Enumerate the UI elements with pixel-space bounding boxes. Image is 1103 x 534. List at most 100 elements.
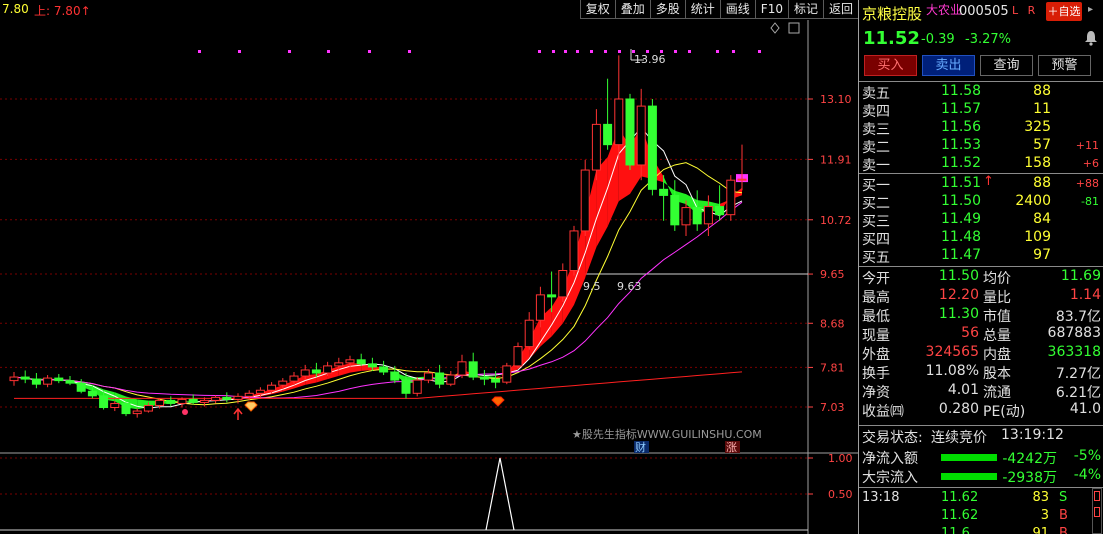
alert-button[interactable]: 预警 xyxy=(1038,55,1091,76)
bid-row-1[interactable]: 买一 11.51 ↑ 88 +88 xyxy=(859,174,1103,194)
last-price: 11.52 xyxy=(863,28,920,49)
candle-down xyxy=(311,369,321,374)
candle-down xyxy=(99,395,109,409)
fuquan-button[interactable]: 复权 xyxy=(579,0,615,19)
stat-row: 净资 4.01 流通 6.21亿 xyxy=(859,382,1103,401)
candle-up xyxy=(423,372,433,381)
action-buttons: 买入 卖出 查询 预警 xyxy=(859,55,1103,77)
tick-scrollbar[interactable] xyxy=(1092,488,1102,534)
watermark: ★股先生指标WWW.GUILINSHU.COM xyxy=(572,427,762,441)
bid-row-5[interactable]: 买五 11.47 97 xyxy=(859,247,1103,266)
ask-price: 11.57 xyxy=(941,101,982,117)
tick-side: B xyxy=(1059,526,1068,534)
stat-value: 83.7亿 xyxy=(1055,309,1101,325)
ask-row-5[interactable]: 卖五 11.58 88 xyxy=(859,83,1103,102)
stat-label: 流通 xyxy=(983,385,1011,401)
candle-up xyxy=(446,374,456,385)
window-icon[interactable] xyxy=(788,22,800,34)
bid-row-2[interactable]: 买二 11.50 2400 -81 xyxy=(859,193,1103,212)
stat-row: 最高 12.20 量比 1.14 xyxy=(859,287,1103,306)
high-price-label: 13.96 xyxy=(634,53,666,66)
bid-label: 买四 xyxy=(862,232,890,248)
signal-dot xyxy=(288,50,291,53)
bid-volume: 97 xyxy=(1033,247,1051,263)
candle-up xyxy=(457,361,467,376)
sell-button[interactable]: 卖出 xyxy=(922,55,975,76)
ask-row-3[interactable]: 卖三 11.56 325 xyxy=(859,119,1103,138)
bid-volume: 88 xyxy=(1033,175,1051,191)
candle-down xyxy=(188,398,198,403)
ask-row-2[interactable]: 卖二 11.53 57 +11 xyxy=(859,137,1103,156)
indicator-value: 7.80 xyxy=(2,2,29,16)
candle-up xyxy=(636,105,646,166)
candle-down xyxy=(647,105,657,190)
candle-up xyxy=(558,270,568,298)
signal-dot xyxy=(327,50,330,53)
stat-value: 12.20 xyxy=(938,287,979,303)
candle-down xyxy=(479,376,489,380)
divider xyxy=(859,173,1103,174)
candle-down xyxy=(491,378,501,383)
signal-dot xyxy=(564,50,567,53)
candle-up xyxy=(143,404,153,412)
candle-up xyxy=(233,395,243,400)
ask-delta: +6 xyxy=(1082,157,1099,170)
f10-button[interactable]: F10 xyxy=(754,0,788,19)
ribbon-segment xyxy=(350,363,362,373)
stat-label: 今开 xyxy=(862,271,890,287)
sub-indicator: 1.00 0.50 xyxy=(0,452,853,531)
diamond-icon[interactable] xyxy=(770,22,780,34)
multi-stock-button[interactable]: 多股 xyxy=(649,0,685,19)
toolbar-buttons: 复权 叠加 多股 统计 画线 F10 标记 返回 xyxy=(579,0,858,19)
stat-label: 换手 xyxy=(862,366,890,382)
cai-badge[interactable]: 财 xyxy=(635,440,646,454)
signal-dot xyxy=(198,50,201,53)
scroll-thumb[interactable] xyxy=(1094,507,1100,517)
net-inflow-row[interactable]: 净流入额 -4242万 -5% xyxy=(859,448,1103,467)
draw-line-button[interactable]: 画线 xyxy=(719,0,755,19)
scroll-thumb[interactable] xyxy=(1094,491,1100,501)
candle-up xyxy=(199,399,209,403)
overlay-button[interactable]: 叠加 xyxy=(614,0,650,19)
candle-up xyxy=(43,377,53,385)
signal-dot xyxy=(368,50,371,53)
bid-row-4[interactable]: 买四 11.48 109 xyxy=(859,229,1103,248)
mark-button[interactable]: 标记 xyxy=(787,0,823,19)
statistics-button[interactable]: 统计 xyxy=(684,0,720,19)
candle-down xyxy=(76,382,86,392)
candle-up xyxy=(412,379,422,394)
ask-row-4[interactable]: 卖四 11.57 11 xyxy=(859,101,1103,120)
candle-up xyxy=(535,294,545,321)
sector-tag[interactable]: 大农业 xyxy=(926,1,962,18)
ask-row-1[interactable]: 卖一 11.52 158 +6 xyxy=(859,155,1103,174)
block-inflow-row[interactable]: 大宗流入 -2938万 -4% xyxy=(859,467,1103,486)
bid-price: 11.47 xyxy=(941,247,982,263)
ma60-line xyxy=(14,371,743,399)
buy-button[interactable]: 买入 xyxy=(864,55,917,76)
back-button[interactable]: 返回 xyxy=(822,0,858,19)
chart-grid xyxy=(0,20,858,534)
tick-price: 11.62 xyxy=(941,508,979,523)
kline-chart[interactable]: 13.10 11.91 10.72 9.65 8.68 7.81 7.03 1.00 0.50… xyxy=(0,20,858,534)
price-axis-label: 7.03 xyxy=(820,401,845,414)
query-button[interactable]: 查询 xyxy=(980,55,1033,76)
sub-axis-label: 0.50 xyxy=(828,488,853,501)
bid-price: 11.51 xyxy=(941,175,982,191)
bid-row-3[interactable]: 买三 11.49 84 xyxy=(859,211,1103,230)
price-axis-label: 10.72 xyxy=(820,214,852,227)
candle-down xyxy=(65,380,75,384)
stat-label: 内盘 xyxy=(983,347,1011,363)
candle-down xyxy=(670,194,680,226)
expand-arrow-icon[interactable]: ▸ xyxy=(1088,4,1100,18)
candle-up xyxy=(278,380,288,386)
add-watchlist-button[interactable]: ＋自选 xyxy=(1046,2,1082,21)
candle-up xyxy=(726,179,736,216)
bell-icon[interactable] xyxy=(1084,30,1098,46)
tick-row: 13:18 11.62 83 S xyxy=(859,490,1103,508)
flow-label: 净流入额 xyxy=(862,451,918,467)
tick-row: 11.62 3 B xyxy=(859,508,1103,526)
bid-label: 买二 xyxy=(862,196,890,212)
tick-volume: 83 xyxy=(1032,490,1049,505)
zhang-badge[interactable]: 涨 xyxy=(726,441,737,454)
candle-up xyxy=(513,346,523,367)
